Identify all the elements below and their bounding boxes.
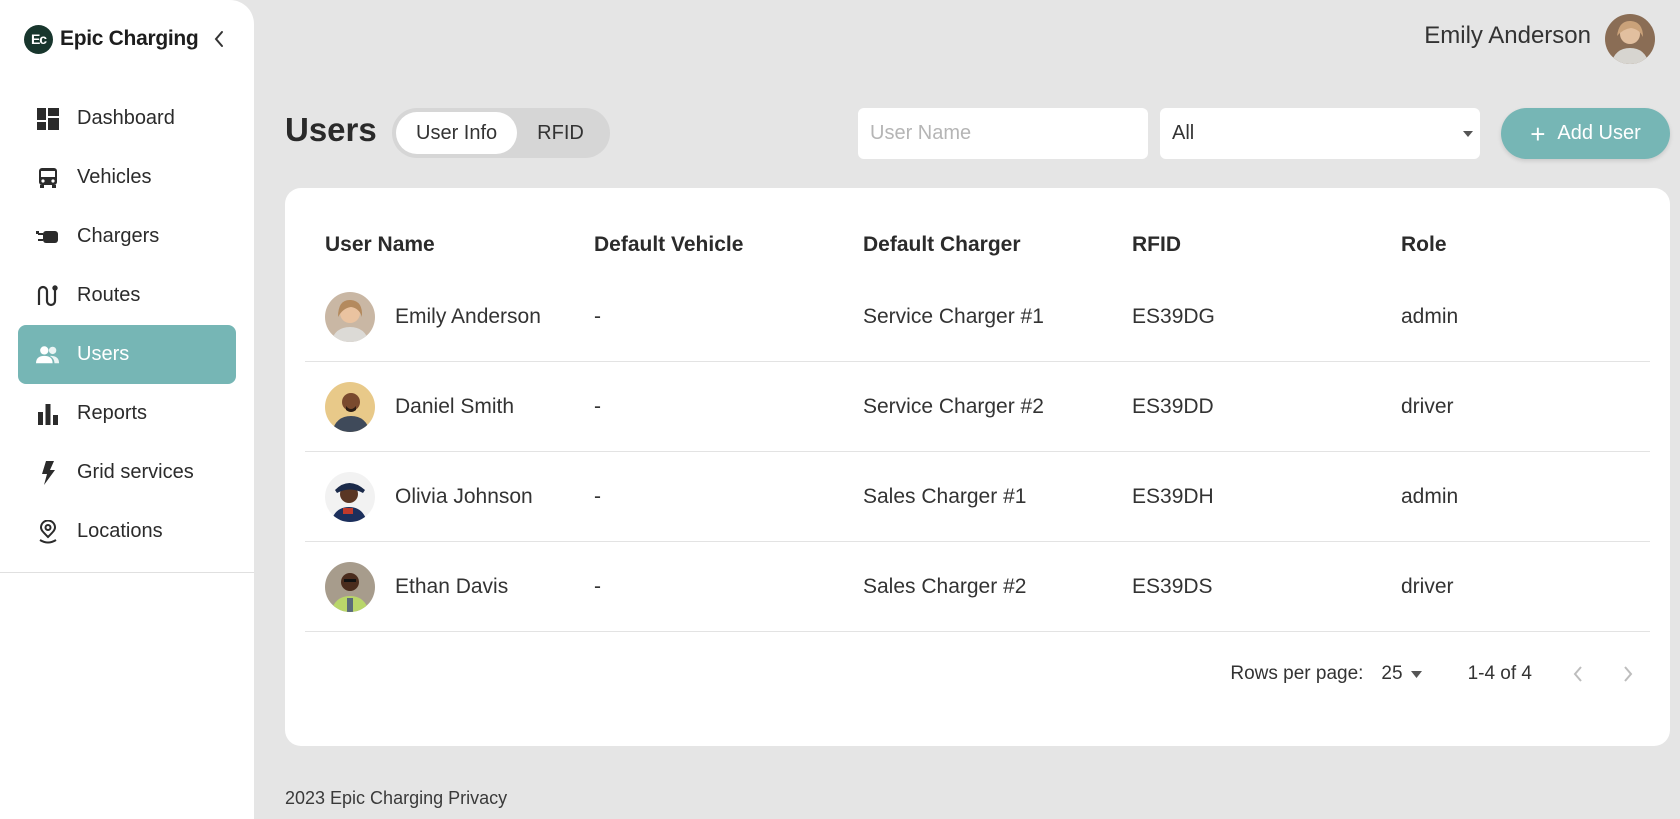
sidebar-item-label: Users (77, 343, 130, 365)
brand-logo: Ec (24, 24, 53, 54)
brand-name: Epic Charging (60, 27, 199, 50)
sidebar-item-label: Grid services (77, 461, 194, 483)
sidebar-item-label: Chargers (77, 225, 160, 247)
caret-down-icon (1463, 131, 1473, 137)
sidebar-item-label: Reports (77, 402, 148, 424)
cell-role: admin (1401, 304, 1459, 328)
column-header-user-name[interactable]: User Name (305, 218, 574, 272)
chevron-right-icon (1624, 666, 1633, 682)
table-row[interactable]: Ethan Davis - Sales Charger #2 ES39DS dr… (305, 542, 1650, 632)
dashboard-icon (36, 107, 60, 131)
cell-default-vehicle: - (594, 394, 601, 418)
add-user-label: Add User (1557, 122, 1641, 144)
table-row[interactable]: Daniel Smith - Service Charger #2 ES39DD… (305, 362, 1650, 452)
chevron-left-icon (1573, 666, 1582, 682)
avatar (325, 291, 375, 342)
table-header: User Name Default Vehicle Default Charge… (305, 218, 1650, 272)
route-icon (36, 284, 60, 308)
cell-user: Emily Anderson (305, 272, 574, 361)
bar-chart-icon (36, 402, 60, 426)
sidebar: Ec Epic Charging Dashboard Vehicles Char… (0, 0, 254, 819)
cell-role: driver (1401, 574, 1454, 598)
user-name: Daniel Smith (395, 394, 515, 418)
cell-default-charger: Sales Charger #1 (863, 484, 1027, 508)
tab-user-info[interactable]: User Info (396, 112, 518, 154)
add-user-button[interactable]: + Add User (1501, 108, 1670, 159)
page-title: Users (285, 111, 377, 148)
avatar[interactable] (1605, 14, 1655, 64)
tab-rfid[interactable]: RFID (517, 112, 604, 154)
sidebar-item-users[interactable]: Users (18, 325, 236, 384)
cell-rfid: ES39DS (1132, 574, 1213, 598)
cell-rfid: ES39DD (1132, 394, 1214, 418)
cell-default-vehicle: - (594, 304, 601, 328)
sidebar-item-reports[interactable]: Reports (18, 384, 236, 443)
users-table-card: User Name Default Vehicle Default Charge… (285, 188, 1670, 746)
caret-down-icon (1410, 670, 1422, 678)
cell-user: Ethan Davis (305, 542, 574, 631)
user-name: Emily Anderson (395, 304, 541, 328)
cell-user: Olivia Johnson (305, 452, 574, 541)
brand[interactable]: Ec Epic Charging (24, 24, 199, 54)
sidebar-item-routes[interactable]: Routes (18, 266, 236, 325)
role-filter-value: All (1172, 122, 1195, 144)
header-user-name[interactable]: Emily Anderson (1424, 22, 1591, 50)
sidebar-item-grid-services[interactable]: Grid services (18, 443, 236, 502)
next-page-button[interactable] (1616, 662, 1640, 686)
location-pin-icon (36, 519, 60, 544)
table-row[interactable]: Olivia Johnson - Sales Charger #1 ES39DH… (305, 452, 1650, 542)
cell-default-charger: Service Charger #1 (863, 304, 1044, 328)
plus-icon: + (1530, 118, 1546, 149)
column-header-default-vehicle[interactable]: Default Vehicle (574, 218, 843, 272)
sidebar-item-vehicles[interactable]: Vehicles (18, 148, 236, 207)
ev-plug-icon (36, 225, 60, 249)
user-name-search-input[interactable] (858, 108, 1148, 159)
sidebar-item-label: Vehicles (77, 166, 152, 188)
bus-icon (36, 166, 60, 190)
sidebar-item-chargers[interactable]: Chargers (18, 207, 236, 266)
table-row[interactable]: Emily Anderson - Service Charger #1 ES39… (305, 272, 1650, 362)
view-tabs: User Info RFID (392, 108, 610, 158)
user-name: Ethan Davis (395, 574, 509, 598)
column-header-role[interactable]: Role (1381, 218, 1650, 272)
column-header-rfid[interactable]: RFID (1112, 218, 1381, 272)
avatar (325, 561, 375, 612)
rows-per-page-value: 25 (1381, 663, 1403, 684)
previous-page-button[interactable] (1566, 662, 1590, 686)
cell-rfid: ES39DG (1132, 304, 1215, 328)
avatar (325, 381, 375, 432)
cell-default-vehicle: - (594, 574, 601, 598)
column-header-default-charger[interactable]: Default Charger (843, 218, 1112, 272)
users-icon (36, 343, 60, 367)
pagination-range: 1-4 of 4 (1467, 663, 1532, 684)
cell-role: admin (1401, 484, 1459, 508)
sidebar-item-label: Routes (77, 284, 141, 306)
collapse-sidebar-button[interactable] (206, 26, 232, 52)
cell-role: driver (1401, 394, 1454, 418)
lightning-icon (36, 460, 60, 485)
sidebar-item-dashboard[interactable]: Dashboard (18, 89, 236, 148)
sidebar-divider (0, 572, 254, 573)
cell-user: Daniel Smith (305, 362, 574, 451)
role-filter-select[interactable]: All (1160, 108, 1480, 159)
cell-default-vehicle: - (594, 484, 601, 508)
avatar (325, 471, 375, 522)
cell-rfid: ES39DH (1132, 484, 1214, 508)
sidebar-item-locations[interactable]: Locations (18, 502, 236, 561)
rows-per-page-label: Rows per page: (1230, 663, 1364, 684)
sidebar-nav: Dashboard Vehicles Chargers Routes Users (18, 89, 236, 561)
sidebar-item-label: Dashboard (77, 107, 175, 129)
cell-default-charger: Service Charger #2 (863, 394, 1044, 418)
footer-text[interactable]: 2023 Epic Charging Privacy (285, 788, 507, 809)
chevron-left-icon (214, 31, 223, 47)
pagination: Rows per page: 25 1-4 of 4 (1230, 654, 1640, 694)
sidebar-item-label: Locations (77, 520, 163, 542)
rows-per-page-select[interactable]: 25 (1381, 663, 1422, 685)
cell-default-charger: Sales Charger #2 (863, 574, 1027, 598)
user-name: Olivia Johnson (395, 484, 533, 508)
